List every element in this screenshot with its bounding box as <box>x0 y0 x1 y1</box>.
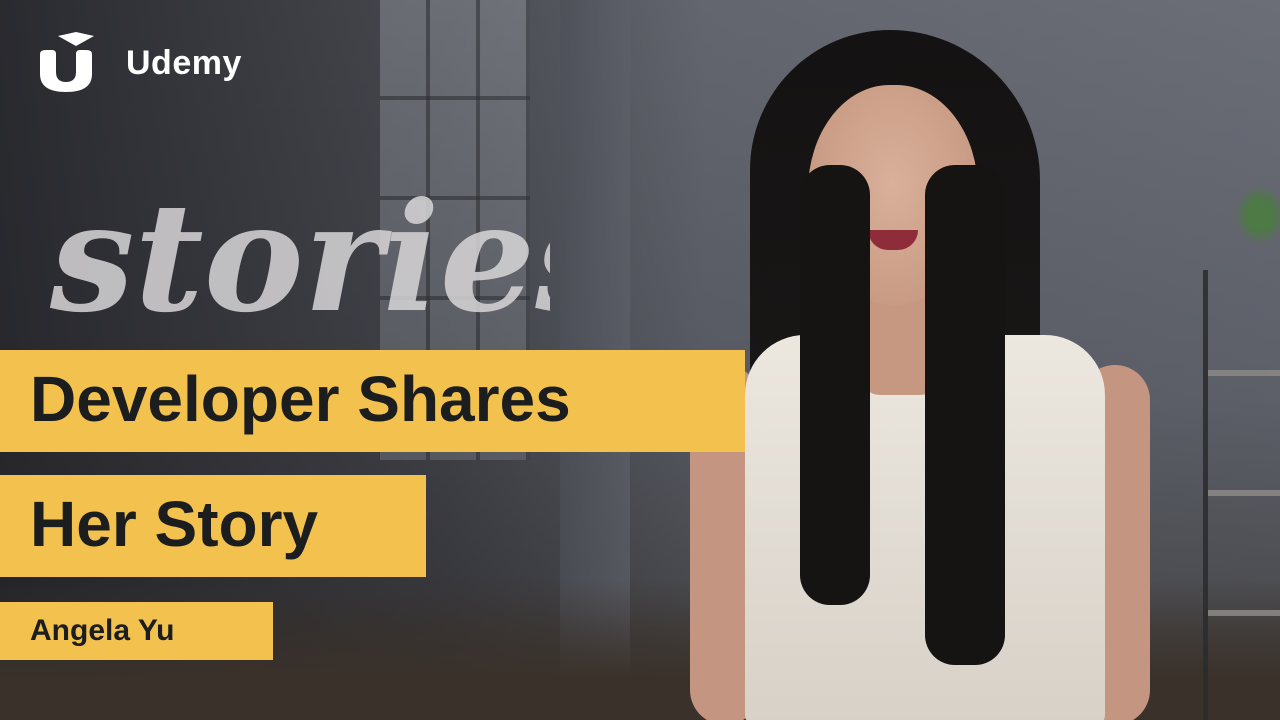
speaker-photo <box>690 25 1150 720</box>
stories-series-tag: stories <box>49 170 550 346</box>
speaker-hair-left <box>800 165 870 605</box>
speaker-name: Angela Yu <box>30 614 175 647</box>
headline-line-1: Developer Shares <box>30 363 571 435</box>
headline-line-2-box: Her Story <box>0 475 426 577</box>
udemy-logo: Udemy <box>36 32 242 94</box>
headline-line-1-box: Developer Shares <box>0 350 745 452</box>
brand-name: Udemy <box>126 43 242 82</box>
background-shelf <box>1203 270 1280 720</box>
background-plant <box>1230 180 1280 250</box>
udemy-u-logo-icon <box>40 32 94 92</box>
headline-line-2: Her Story <box>30 488 319 560</box>
speaker-name-box: Angela Yu <box>0 602 273 660</box>
stories-text: stories <box>49 170 550 346</box>
speaker-hair-right <box>925 165 1005 665</box>
